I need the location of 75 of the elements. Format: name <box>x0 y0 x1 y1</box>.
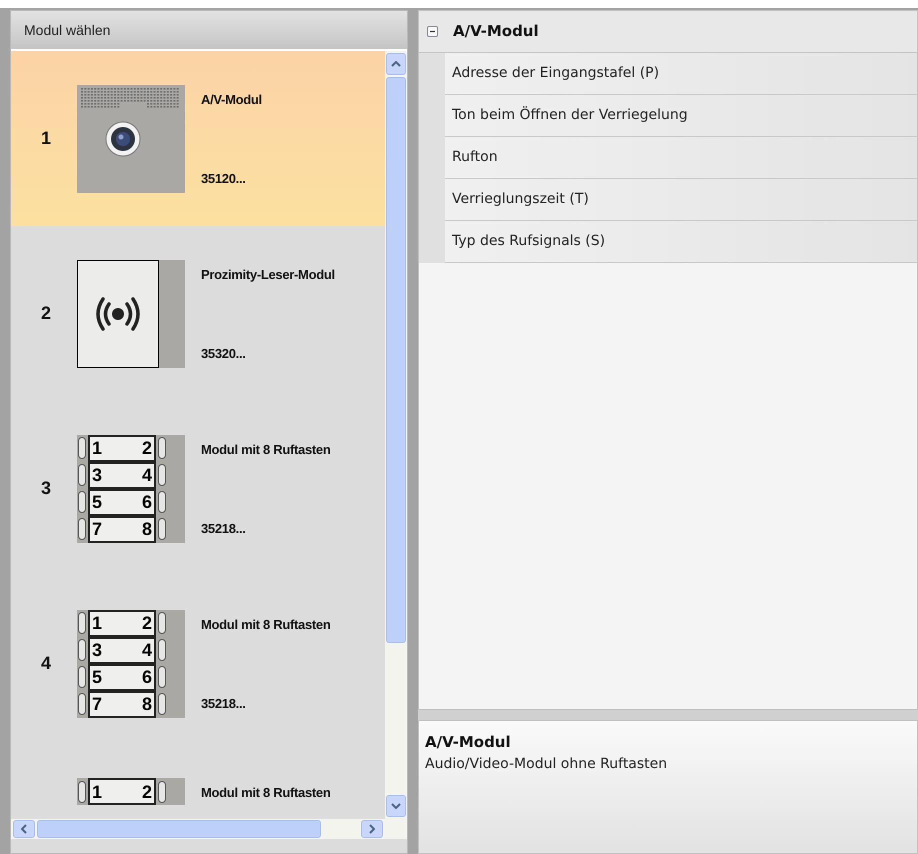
key-number: 8 <box>142 520 152 538</box>
scroll-thumb[interactable] <box>37 820 321 838</box>
horizontal-scrollbar[interactable] <box>11 819 407 839</box>
key-number: 3 <box>92 466 102 484</box>
led-icon <box>158 612 166 634</box>
key-number: 5 <box>92 493 102 511</box>
module-name: A/V-Modul <box>201 90 263 108</box>
scroll-up-button[interactable] <box>386 53 406 75</box>
led-icon <box>158 464 166 486</box>
collapse-toggle[interactable] <box>426 26 438 37</box>
module-number: 4 <box>41 652 52 675</box>
module-number: 1 <box>41 127 52 150</box>
led-icon <box>158 780 166 802</box>
led-icon <box>158 639 166 661</box>
module-name: Modul mit 8 Ruftasten <box>201 440 332 458</box>
module-name: Prozimity-Leser-Modul <box>201 266 336 282</box>
wireless-signal-icon <box>95 296 141 332</box>
description-title: A/V-Modul <box>425 732 512 753</box>
caret-right-icon <box>369 824 375 834</box>
led-icon <box>78 491 86 513</box>
scroll-down-button[interactable] <box>386 795 406 817</box>
module-code: 35320... <box>201 344 247 362</box>
key-number: 2 <box>142 439 152 457</box>
module-code: 35218... <box>201 520 247 536</box>
key-number: 1 <box>92 614 102 632</box>
led-icon <box>158 518 166 540</box>
scroll-left-button[interactable] <box>13 820 35 838</box>
module-number: 3 <box>41 477 52 500</box>
module-name: Modul mit 8 Ruftasten <box>201 784 332 801</box>
led-icon <box>158 491 166 513</box>
module-name: Modul mit 8 Ruftasten <box>201 616 332 632</box>
property-row[interactable]: Verrieglungszeit (T) <box>445 179 917 221</box>
property-row[interactable]: Rufton <box>445 137 917 179</box>
led-icon <box>158 693 166 715</box>
scroll-thumb[interactable] <box>386 77 406 643</box>
row-gutter <box>419 221 445 263</box>
led-icon <box>78 780 86 802</box>
key-number: 4 <box>142 641 152 659</box>
module-list-item[interactable]: 1 A/V-Modul 35120... <box>11 51 385 226</box>
module-code: 35120... <box>201 170 247 186</box>
panel-header: Modul wählen <box>11 11 407 51</box>
led-icon <box>78 666 86 688</box>
key-number: 8 <box>142 695 152 713</box>
vertical-scrollbar[interactable] <box>385 51 407 819</box>
caret-down-icon <box>391 803 401 809</box>
led-icon <box>78 437 86 459</box>
key-number: 5 <box>92 668 102 686</box>
key-number: 2 <box>142 614 152 632</box>
key-number: 4 <box>142 466 152 484</box>
minus-icon <box>428 28 436 35</box>
led-icon <box>78 639 86 661</box>
key-number: 7 <box>92 695 102 713</box>
caret-up-icon <box>391 61 401 67</box>
led-icon <box>158 666 166 688</box>
led-icon <box>78 518 86 540</box>
key-number: 6 <box>142 668 152 686</box>
module-number: 2 <box>41 302 52 325</box>
property-row[interactable]: Adresse der Eingangstafel (P) <box>445 53 917 95</box>
led-icon <box>78 464 86 486</box>
led-icon <box>158 437 166 459</box>
key-number: 6 <box>142 493 152 511</box>
group-title[interactable]: A/V-Modul <box>445 20 539 43</box>
key-number: 3 <box>92 641 102 659</box>
property-row[interactable]: Typ des Rufsignals (S) <box>445 221 917 263</box>
module-code: 35218... <box>201 694 247 712</box>
led-icon <box>78 693 86 715</box>
property-row[interactable]: Ton beim Öffnen der Verriegelung <box>445 95 917 137</box>
key-number: 7 <box>92 520 102 538</box>
key-number: 1 <box>92 782 102 800</box>
led-icon <box>78 612 86 634</box>
scroll-right-button[interactable] <box>361 820 383 838</box>
key-number: 1 <box>92 439 102 457</box>
caret-left-icon <box>21 824 27 834</box>
description-text: Audio/Video-Modul ohne Ruftasten <box>425 754 668 774</box>
key-number: 2 <box>142 782 152 800</box>
